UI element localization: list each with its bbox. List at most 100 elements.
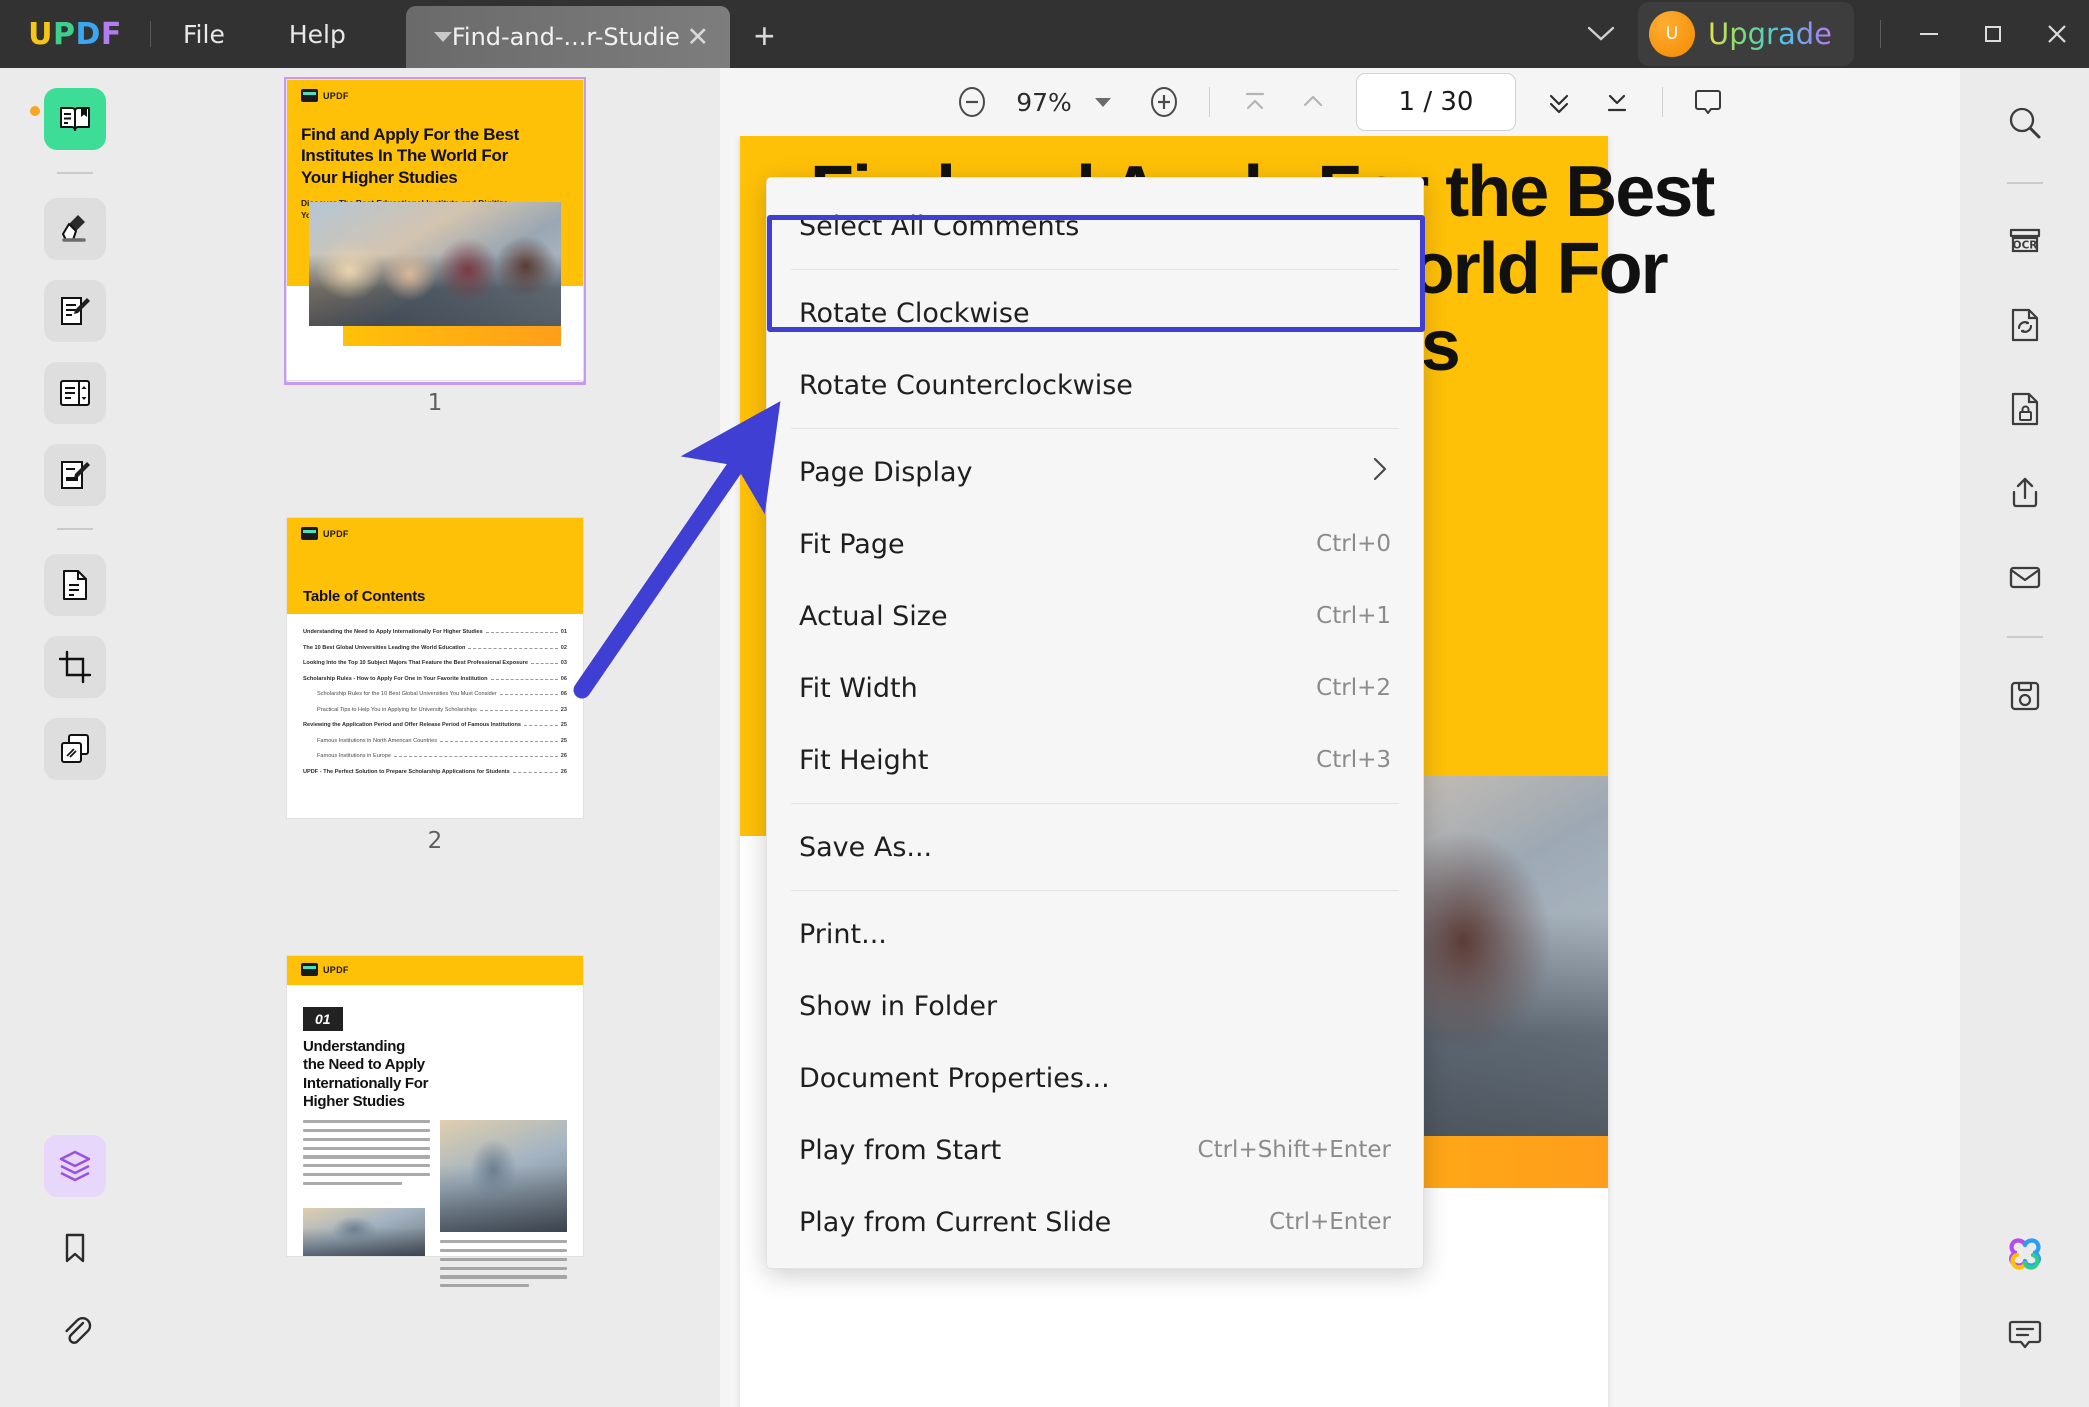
comments-icon[interactable] — [1994, 1303, 2056, 1365]
page3-photo — [440, 1120, 567, 1232]
next-page-icon[interactable] — [1530, 73, 1588, 131]
menu-item-print[interactable]: Print... — [767, 898, 1423, 970]
menu-item-rotate-counterclockwise[interactable]: Rotate Counterclockwise — [767, 349, 1423, 421]
sidebar-item-attachments-panel[interactable] — [44, 1299, 106, 1361]
upgrade-badge-icon: U — [1649, 11, 1695, 57]
protect-icon[interactable] — [1994, 378, 2056, 440]
ocr-icon[interactable]: OCR — [1994, 210, 2056, 272]
page1-title-line3: Your Higher Studies — [301, 167, 569, 188]
upgrade-button[interactable]: U Upgrade — [1638, 2, 1854, 66]
sidebar-item-page-organize-tool[interactable] — [44, 554, 106, 616]
thumbnail-slot-2: UPDF Table of Contents Understanding the… — [150, 518, 720, 854]
thumbnail-number: 1 — [150, 390, 720, 416]
thumbnail-number: 2 — [150, 828, 720, 854]
page2-toc-list: Understanding the Need to Apply Internat… — [287, 614, 583, 775]
toc-entry-page: 02 — [561, 645, 567, 651]
chevron-down-icon[interactable] — [434, 32, 452, 42]
toc-entry-text: Looking Into the Top 10 Subject Majors T… — [303, 660, 528, 666]
toc-leader — [524, 725, 558, 726]
toc-entry: Reviewing the Application Period and Off… — [287, 722, 583, 728]
thumbnail-slot-3: UPDF 01 Understanding the Need to Apply … — [150, 956, 720, 1256]
context-menu[interactable]: Select All Comments Rotate Clockwise Rot… — [766, 177, 1424, 1269]
thumbnail-page-2[interactable]: UPDF Table of Contents Understanding the… — [287, 518, 583, 818]
document-tab[interactable]: Find-and-...r-Studies ✕ — [406, 6, 730, 68]
sidebar-item-edit-pdf-tool[interactable] — [44, 362, 106, 424]
sidebar-item-fill-sign-tool[interactable] — [44, 444, 106, 506]
page3-photo-secondary — [303, 1208, 425, 1256]
menu-item-rotate-clockwise[interactable]: Rotate Clockwise — [767, 277, 1423, 349]
search-icon[interactable] — [1994, 92, 2056, 154]
menu-item-actual-size[interactable]: Actual Size Ctrl+1 — [767, 580, 1423, 652]
menu-item-document-properties[interactable]: Document Properties... — [767, 1042, 1423, 1114]
page3-heading-line2: the Need to Apply — [303, 1056, 567, 1074]
page-indicator[interactable]: 1 / 30 — [1356, 73, 1516, 131]
zoom-in-button[interactable] — [1135, 73, 1193, 131]
sidebar-item-layers-panel[interactable] — [44, 1135, 106, 1197]
toc-leader — [491, 679, 558, 680]
zoom-out-button[interactable] — [943, 73, 1001, 131]
toc-leader — [486, 632, 558, 633]
chevron-right-icon — [1369, 454, 1391, 491]
page-brand-text: UPDF — [323, 91, 349, 101]
menu-item-shortcut: Ctrl+0 — [1316, 531, 1391, 557]
toc-leader — [513, 772, 558, 773]
menu-item-fit-page[interactable]: Fit Page Ctrl+0 — [767, 508, 1423, 580]
menu-item-label: Document Properties... — [799, 1063, 1110, 1094]
save-icon[interactable] — [1994, 664, 2056, 726]
menu-file[interactable]: File — [151, 0, 257, 68]
close-icon[interactable] — [2025, 0, 2089, 68]
view-toolbar: 97% 1 / 30 — [720, 68, 1960, 136]
sidebar-item-crop-tool[interactable] — [44, 636, 106, 698]
menu-item-shortcut: Ctrl+2 — [1316, 675, 1391, 701]
menu-item-label: Rotate Counterclockwise — [799, 370, 1133, 401]
toc-entry-page: 03 — [561, 660, 567, 666]
toc-entry: Understanding the Need to Apply Internat… — [287, 629, 583, 635]
toc-entry-page: 06 — [561, 691, 567, 697]
rail-divider — [2007, 182, 2043, 184]
menu-item-label: Play from Current Slide — [799, 1207, 1111, 1238]
sidebar-item-batch-tool[interactable] — [44, 718, 106, 780]
menu-help[interactable]: Help — [257, 0, 378, 68]
sidebar-item-reader-mode[interactable] — [44, 88, 106, 150]
sidebar-item-bookmarks-panel[interactable] — [44, 1217, 106, 1279]
menu-item-label: Select All Comments — [799, 211, 1079, 242]
menu-item-fit-width[interactable]: Fit Width Ctrl+2 — [767, 652, 1423, 724]
menu-item-label: Fit Page — [799, 529, 905, 560]
convert-icon[interactable] — [1994, 294, 2056, 356]
share-icon[interactable] — [1994, 462, 2056, 524]
thumbnail-page-3[interactable]: UPDF 01 Understanding the Need to Apply … — [287, 956, 583, 1256]
page-thumbnail-panel[interactable]: UPDF Find and Apply For the Best Institu… — [150, 68, 720, 1407]
menu-item-fit-height[interactable]: Fit Height Ctrl+3 — [767, 724, 1423, 796]
thumbnail-page-1[interactable]: UPDF Find and Apply For the Best Institu… — [287, 80, 583, 380]
email-icon[interactable] — [1994, 546, 2056, 608]
new-tab-button[interactable]: + — [754, 18, 775, 54]
presentation-mode-icon[interactable] — [1679, 73, 1737, 131]
menu-item-shortcut: Ctrl+Shift+Enter — [1198, 1137, 1391, 1163]
chevron-down-icon[interactable] — [1095, 98, 1111, 107]
close-icon[interactable]: ✕ — [680, 24, 716, 51]
menu-item-label: Fit Height — [799, 745, 929, 776]
menu-item-show-in-folder[interactable]: Show in Folder — [767, 970, 1423, 1042]
maximize-icon[interactable] — [1961, 0, 2025, 68]
menu-item-shortcut: Ctrl+Enter — [1269, 1209, 1391, 1235]
menu-item-save-as[interactable]: Save As... — [767, 811, 1423, 883]
sidebar-item-annotate-tool[interactable] — [44, 280, 106, 342]
sidebar-item-highlighter-tool[interactable] — [44, 198, 106, 260]
page3-heading-line3: Internationally For — [303, 1075, 567, 1093]
toc-entry: UPDF - The Perfect Solution to Prepare S… — [287, 769, 583, 775]
previous-page-icon[interactable] — [1284, 73, 1342, 131]
menu-item-select-all-comments[interactable]: Select All Comments — [767, 190, 1423, 262]
last-page-icon[interactable] — [1588, 73, 1646, 131]
first-page-icon[interactable] — [1226, 73, 1284, 131]
updf-mark-icon — [301, 963, 318, 976]
menu-item-label: Show in Folder — [799, 991, 997, 1022]
toc-entry: Scholarship Rules - How to Apply For One… — [287, 676, 583, 682]
menu-item-play-from-current-slide[interactable]: Play from Current Slide Ctrl+Enter — [767, 1186, 1423, 1258]
ai-assistant-icon[interactable] — [1994, 1219, 2056, 1281]
menu-item-shortcut: Ctrl+3 — [1316, 747, 1391, 773]
minimize-icon[interactable] — [1897, 0, 1961, 68]
menu-item-play-from-start[interactable]: Play from Start Ctrl+Shift+Enter — [767, 1114, 1423, 1186]
updf-mark-icon — [301, 89, 318, 102]
menu-item-page-display[interactable]: Page Display — [767, 436, 1423, 508]
chevron-down-icon[interactable] — [1564, 19, 1638, 50]
